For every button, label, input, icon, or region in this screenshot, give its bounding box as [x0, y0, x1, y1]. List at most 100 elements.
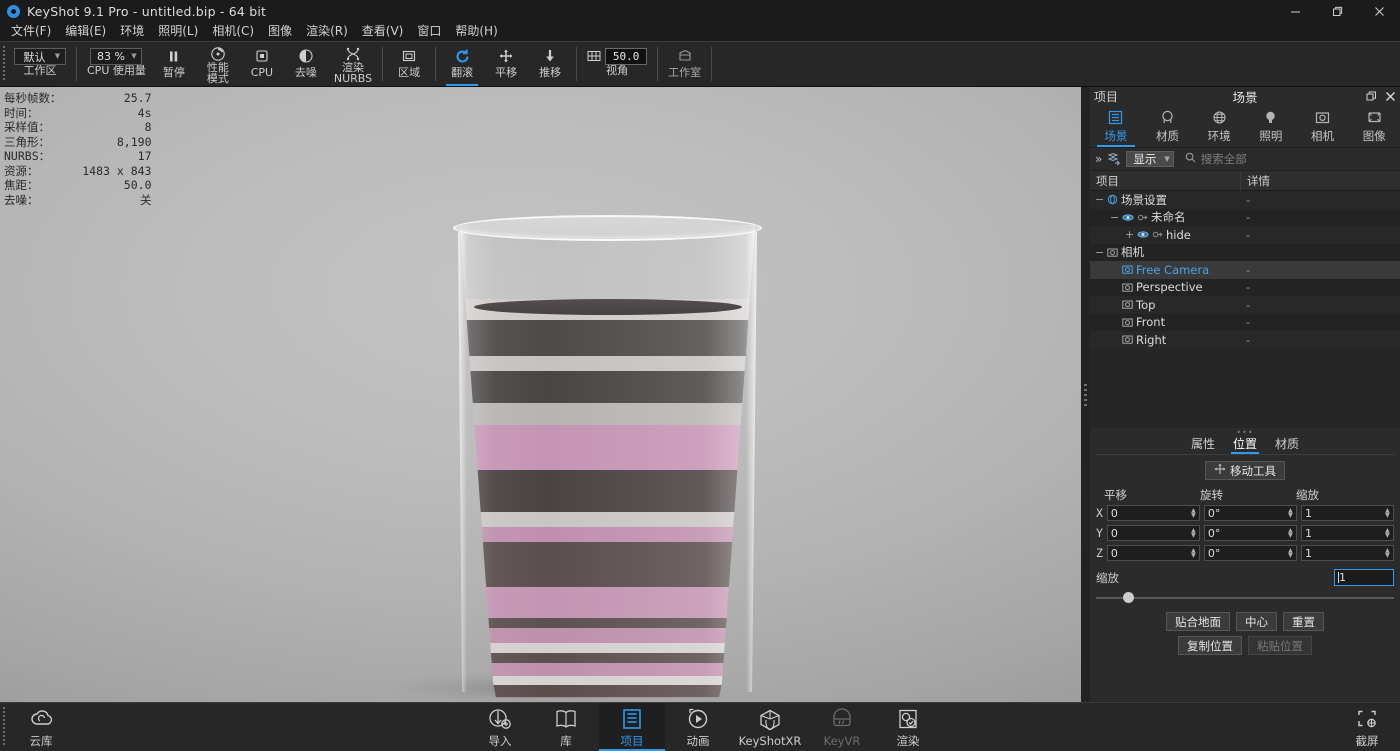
link-icon[interactable]: [1137, 212, 1148, 223]
spinner-x-translate[interactable]: ▲▼: [1188, 506, 1199, 520]
link-icon[interactable]: [1152, 229, 1163, 240]
tree-row[interactable]: −场景设置-: [1090, 191, 1400, 209]
animation-button[interactable]: 动画: [665, 703, 731, 751]
bottombar-drag-handle[interactable]: [0, 703, 8, 751]
model-tree-icon[interactable]: [1107, 152, 1121, 166]
tab-camera[interactable]: 相机: [1297, 106, 1349, 147]
tab-position[interactable]: 位置: [1231, 435, 1259, 454]
region-button[interactable]: 区域: [387, 42, 431, 86]
tab-materials[interactable]: 材质: [1273, 435, 1301, 454]
tree-row[interactable]: Front-: [1090, 314, 1400, 332]
cpu-button[interactable]: CPU: [240, 42, 284, 86]
render-button[interactable]: 渲染: [875, 703, 941, 751]
visibility-eye-icon[interactable]: [1137, 230, 1149, 239]
library-button[interactable]: 库: [533, 703, 599, 751]
tree-row[interactable]: Perspective-: [1090, 279, 1400, 297]
tree-row[interactable]: −相机: [1090, 244, 1400, 262]
fov-control[interactable]: 50.0 视角: [581, 42, 653, 86]
slider-knob[interactable]: [1123, 592, 1134, 603]
spinner-z-scale[interactable]: ▲▼: [1382, 546, 1393, 560]
tab-attributes[interactable]: 属性: [1189, 435, 1217, 454]
menu-image[interactable]: 图像: [261, 22, 299, 41]
collapse-toggle-icon[interactable]: −: [1110, 211, 1119, 224]
dolly-button[interactable]: 推移: [528, 42, 572, 86]
keyshotxr-button[interactable]: KeyShotXR: [731, 703, 809, 751]
menu-file[interactable]: 文件(F): [4, 22, 58, 41]
rotate-x-input[interactable]: 0° ▲▼: [1204, 505, 1297, 521]
pause-button[interactable]: 暂停: [152, 42, 196, 86]
visibility-eye-icon[interactable]: [1122, 213, 1134, 222]
performance-mode-button[interactable]: 性能 模式: [196, 42, 240, 86]
workspace-selector[interactable]: 默认 ▼ 工作区: [8, 42, 72, 86]
studio-button[interactable]: 工作室: [662, 42, 707, 86]
scale-y-input[interactable]: 1 ▲▼: [1301, 525, 1394, 541]
spinner-y-rotate[interactable]: ▲▼: [1285, 526, 1296, 540]
menu-window[interactable]: 窗口: [410, 22, 448, 41]
panel-splitter[interactable]: [1081, 87, 1090, 702]
pan-button[interactable]: 平移: [484, 42, 528, 86]
spinner-y-translate[interactable]: ▲▼: [1188, 526, 1199, 540]
denoise-button[interactable]: 去噪: [284, 42, 328, 86]
search-input[interactable]: 搜索全部: [1179, 150, 1395, 168]
menu-environment[interactable]: 环境: [113, 22, 151, 41]
menu-edit[interactable]: 编辑(E): [58, 22, 113, 41]
minimize-icon[interactable]: [1274, 0, 1316, 22]
expand-chevron-icon[interactable]: »: [1095, 152, 1102, 166]
cloud-library-button[interactable]: 云库: [8, 703, 74, 751]
restore-icon[interactable]: [1316, 0, 1358, 22]
collapse-toggle-icon[interactable]: −: [1095, 193, 1104, 206]
menu-help[interactable]: 帮助(H): [448, 22, 504, 41]
tree-row[interactable]: Right-: [1090, 331, 1400, 349]
snap-to-ground-button[interactable]: 贴合地面: [1166, 612, 1230, 631]
tab-lighting[interactable]: 照明: [1245, 106, 1297, 147]
uniform-scale-slider[interactable]: [1090, 586, 1400, 602]
tab-image[interactable]: 图像: [1348, 106, 1400, 147]
uniform-scale-input[interactable]: 1: [1334, 569, 1394, 586]
rotate-z-input[interactable]: 0° ▲▼: [1204, 545, 1297, 561]
workspace-combobox[interactable]: 默认 ▼: [14, 48, 66, 65]
tree-row[interactable]: −未命名-: [1090, 209, 1400, 227]
scale-x-input[interactable]: 1 ▲▼: [1301, 505, 1394, 521]
translate-z-input[interactable]: 0 ▲▼: [1107, 545, 1200, 561]
close-icon[interactable]: [1385, 91, 1396, 102]
spinner-z-rotate[interactable]: ▲▼: [1285, 546, 1296, 560]
copy-position-button[interactable]: 复制位置: [1178, 636, 1242, 655]
tumble-button[interactable]: 翻滚: [440, 42, 484, 86]
rotate-y-input[interactable]: 0° ▲▼: [1204, 525, 1297, 541]
menu-render[interactable]: 渲染(R): [299, 22, 355, 41]
move-tool-button[interactable]: 移动工具: [1205, 461, 1285, 480]
show-dropdown-button[interactable]: 显示 ▼: [1126, 151, 1173, 167]
menu-view[interactable]: 查看(V): [355, 22, 411, 41]
menu-lighting[interactable]: 照明(L): [151, 22, 205, 41]
tree-row[interactable]: Free Camera-: [1090, 261, 1400, 279]
spinner-y-scale[interactable]: ▲▼: [1382, 526, 1393, 540]
menu-camera[interactable]: 相机(C): [205, 22, 261, 41]
screenshot-button[interactable]: 截屏: [1334, 703, 1400, 751]
scale-z-input[interactable]: 1 ▲▼: [1301, 545, 1394, 561]
center-button[interactable]: 中心: [1236, 612, 1277, 631]
toolbar-drag-handle[interactable]: [0, 42, 8, 86]
collapse-toggle-icon[interactable]: −: [1095, 246, 1104, 259]
cpu-usage-selector[interactable]: 83 % ▼ CPU 使用量: [81, 42, 152, 86]
fov-value[interactable]: 50.0: [605, 48, 647, 65]
project-button[interactable]: 项目: [599, 703, 665, 751]
tree-row[interactable]: +hide-: [1090, 226, 1400, 244]
undock-icon[interactable]: [1366, 91, 1377, 102]
reset-button[interactable]: 重置: [1283, 612, 1324, 631]
spinner-x-scale[interactable]: ▲▼: [1382, 506, 1393, 520]
render-nurbs-button[interactable]: 渲染 NURBS: [328, 42, 378, 86]
tab-environment[interactable]: 环境: [1193, 106, 1245, 147]
tree-row[interactable]: Top-: [1090, 296, 1400, 314]
render-viewport[interactable]: 每秒帧数： 25.7 时间： 4s 采样值： 8 三角形： 8,190 NURB…: [0, 87, 1081, 702]
translate-x-input[interactable]: 0 ▲▼: [1107, 505, 1200, 521]
cpu-usage-combobox[interactable]: 83 % ▼: [90, 48, 142, 65]
import-button[interactable]: 导入: [467, 703, 533, 751]
tab-material[interactable]: 材质: [1142, 106, 1194, 147]
spinner-x-rotate[interactable]: ▲▼: [1285, 506, 1296, 520]
close-icon[interactable]: [1358, 0, 1400, 22]
translate-y-input[interactable]: 0 ▲▼: [1107, 525, 1200, 541]
expand-toggle-icon[interactable]: +: [1125, 228, 1134, 241]
spinner-z-translate[interactable]: ▲▼: [1188, 546, 1199, 560]
scene-tree[interactable]: 项目 详情 −场景设置-−未命名-+hide-−相机Free Camera-Pe…: [1090, 170, 1400, 428]
tab-scene[interactable]: 场景: [1090, 106, 1142, 147]
